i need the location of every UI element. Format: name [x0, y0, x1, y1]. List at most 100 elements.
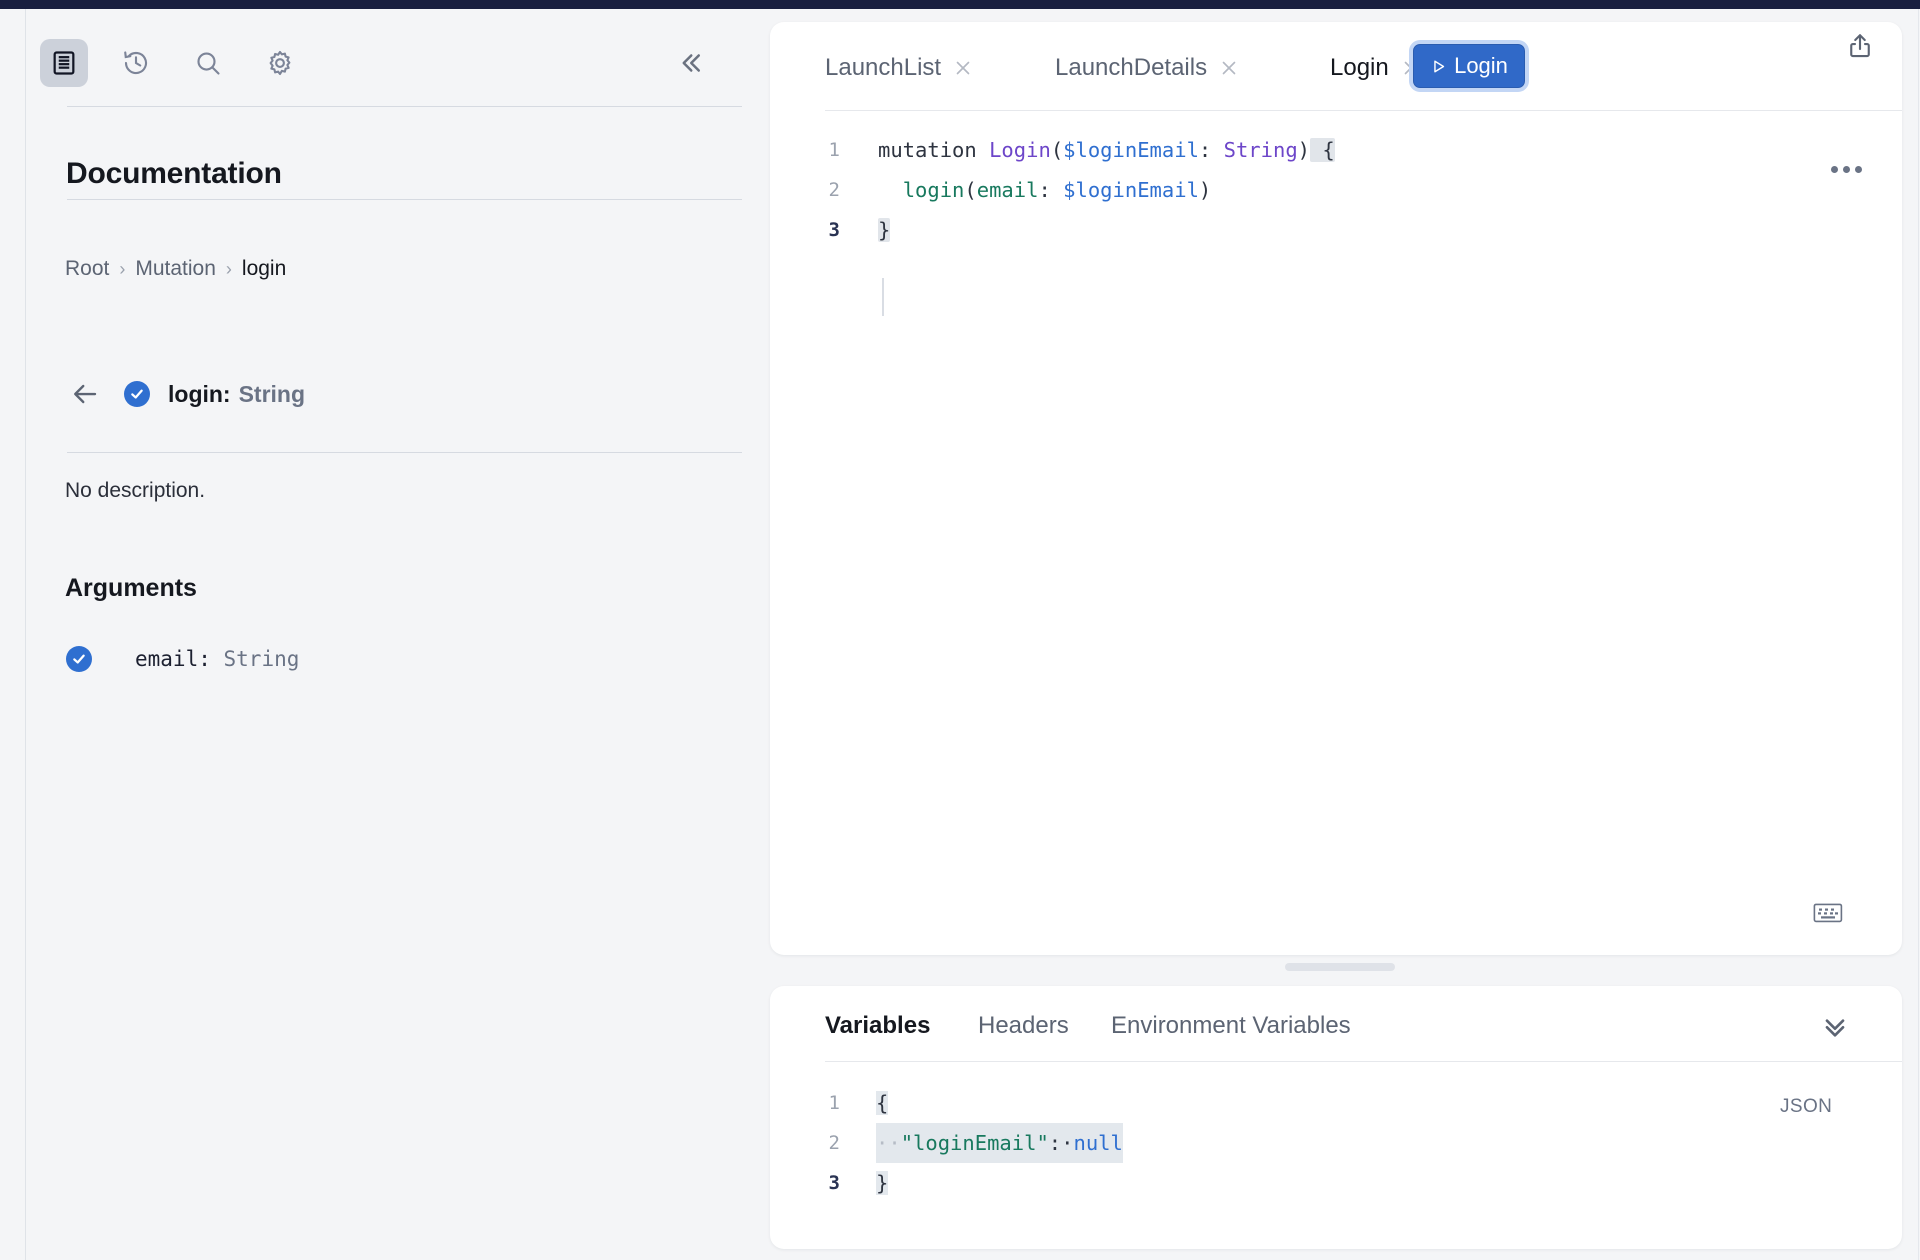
- window-top-strip: [0, 0, 1920, 9]
- app-root: Documentation Root › Mutation › login lo…: [0, 9, 1920, 1260]
- code-punct: (: [1050, 138, 1064, 162]
- sidebar-collapse-button[interactable]: [666, 39, 714, 87]
- sidebar-tool-search[interactable]: [184, 39, 232, 87]
- code-line: 2 login(email: $loginEmail): [770, 170, 1902, 210]
- back-button[interactable]: [65, 374, 105, 414]
- keyboard-shortcuts-button[interactable]: [1810, 900, 1846, 926]
- page-title: Documentation: [66, 157, 282, 190]
- code-line-text: mutation Login($loginEmail: String) {: [878, 130, 1335, 170]
- code-punct: :: [1038, 178, 1064, 202]
- field-header: login: String: [65, 372, 305, 416]
- json-indent: ··: [876, 1131, 901, 1155]
- run-button-label: Login: [1454, 53, 1508, 78]
- code-line: 3 }: [770, 210, 1902, 250]
- search-icon: [197, 52, 220, 75]
- line-number: 1: [828, 1092, 840, 1114]
- right-edge-divider: [1918, 9, 1919, 1260]
- tab-environment-variables[interactable]: Environment Variables: [1111, 1008, 1351, 1044]
- code-operation-name: Login: [989, 138, 1051, 162]
- editor-tabbar: LaunchList LaunchDetails Login Login: [770, 22, 1902, 110]
- run-operation-button[interactable]: Login: [1413, 44, 1525, 88]
- tab-variables[interactable]: Variables: [825, 1008, 930, 1044]
- graphql-code-editor[interactable]: 1 mutation Login($loginEmail: String) { …: [770, 130, 1902, 910]
- variables-panel: Variables Headers Environment Variables …: [770, 986, 1902, 1249]
- play-icon: [1434, 60, 1445, 72]
- indent-guide: [882, 278, 884, 316]
- line-number: 3: [828, 219, 840, 241]
- variables-json-editor[interactable]: 1 { 2 ··"loginEmail":·null 3 }: [770, 1083, 1902, 1243]
- code-punct: ): [1297, 138, 1311, 162]
- chevron-double-down-icon: [1825, 1019, 1845, 1037]
- code-line-text: }: [876, 1163, 889, 1203]
- arrow-left-icon: [74, 384, 97, 404]
- close-icon[interactable]: [949, 54, 977, 82]
- documentation-sidebar: Documentation Root › Mutation › login lo…: [26, 9, 782, 1260]
- field-name: login:: [168, 380, 231, 407]
- sidebar-divider-title: [67, 199, 742, 200]
- operation-editor-panel: LaunchList LaunchDetails Login Login 1 m…: [770, 22, 1902, 955]
- code-field: login: [902, 178, 965, 202]
- code-argument: email: [976, 178, 1039, 202]
- code-brace: }: [878, 218, 891, 242]
- sidebar-divider-field: [67, 452, 742, 453]
- gear-icon: [269, 50, 291, 76]
- docs-icon: [53, 51, 75, 75]
- tab-launchlist[interactable]: LaunchList: [825, 48, 977, 88]
- variables-collapse-button[interactable]: [1813, 1004, 1857, 1048]
- code-line-text: }: [878, 210, 891, 250]
- code-line: 1 {: [770, 1083, 1902, 1123]
- editor-divider: [825, 110, 1902, 111]
- tab-label: Login: [1330, 54, 1389, 81]
- variables-tabbar: Variables Headers Environment Variables: [770, 986, 1902, 1061]
- sidebar-tool-documentation[interactable]: [40, 39, 88, 87]
- tab-label: LaunchDetails: [1055, 54, 1208, 81]
- tab-launchdetails[interactable]: LaunchDetails: [1055, 48, 1243, 88]
- code-punct: (: [964, 178, 977, 202]
- code-punct: :: [1198, 138, 1224, 162]
- field-description: No description.: [65, 479, 206, 502]
- json-punct: :·: [1048, 1131, 1074, 1155]
- breadcrumb-separator: ›: [225, 258, 232, 279]
- code-brace: {: [1310, 138, 1335, 162]
- tab-label: LaunchList: [825, 54, 942, 81]
- check-circle-icon: [124, 381, 150, 407]
- breadcrumb-separator: ›: [119, 258, 126, 279]
- field-type[interactable]: String: [239, 381, 305, 408]
- share-icon: [1850, 34, 1870, 58]
- code-keyword: mutation: [878, 138, 990, 162]
- breadcrumb-item-mutation[interactable]: Mutation: [135, 257, 216, 281]
- argument-row[interactable]: email: String: [66, 646, 299, 672]
- line-number: 2: [828, 1132, 840, 1154]
- json-brace: }: [876, 1171, 889, 1195]
- line-number: 3: [828, 1172, 840, 1194]
- code-variable: $loginEmail: [1063, 138, 1199, 162]
- breadcrumb: Root › Mutation › login: [65, 257, 286, 281]
- arguments-heading: Arguments: [65, 574, 197, 602]
- close-icon[interactable]: [1215, 54, 1243, 82]
- code-punct: ): [1198, 178, 1212, 202]
- argument-type: String: [223, 647, 300, 671]
- code-line: 2 ··"loginEmail":·null: [770, 1123, 1902, 1163]
- tab-headers[interactable]: Headers: [978, 1008, 1069, 1044]
- tab-login[interactable]: Login: [1330, 48, 1425, 88]
- sidebar-tool-settings[interactable]: [256, 39, 304, 87]
- history-icon: [124, 51, 148, 75]
- breadcrumb-item-root[interactable]: Root: [65, 257, 109, 281]
- argument-name: email:: [135, 647, 211, 671]
- sidebar-divider-top: [67, 106, 742, 107]
- json-value: null: [1073, 1131, 1123, 1155]
- panel-resize-handle[interactable]: [1285, 963, 1395, 971]
- line-number: 1: [828, 139, 840, 161]
- json-brace: {: [876, 1091, 889, 1115]
- breadcrumb-item-login: login: [241, 257, 287, 280]
- code-line: 1 mutation Login($loginEmail: String) {: [770, 130, 1902, 170]
- argument-label: email: String: [135, 647, 299, 671]
- sidebar-tool-history[interactable]: [112, 39, 160, 87]
- sidebar-toolbar: [26, 31, 770, 93]
- variables-divider: [825, 1061, 1902, 1062]
- code-type: String: [1223, 138, 1298, 162]
- share-button[interactable]: [1836, 22, 1884, 70]
- chevron-double-left-icon: [682, 54, 700, 72]
- code-line-text: login(email: $loginEmail): [878, 170, 1212, 210]
